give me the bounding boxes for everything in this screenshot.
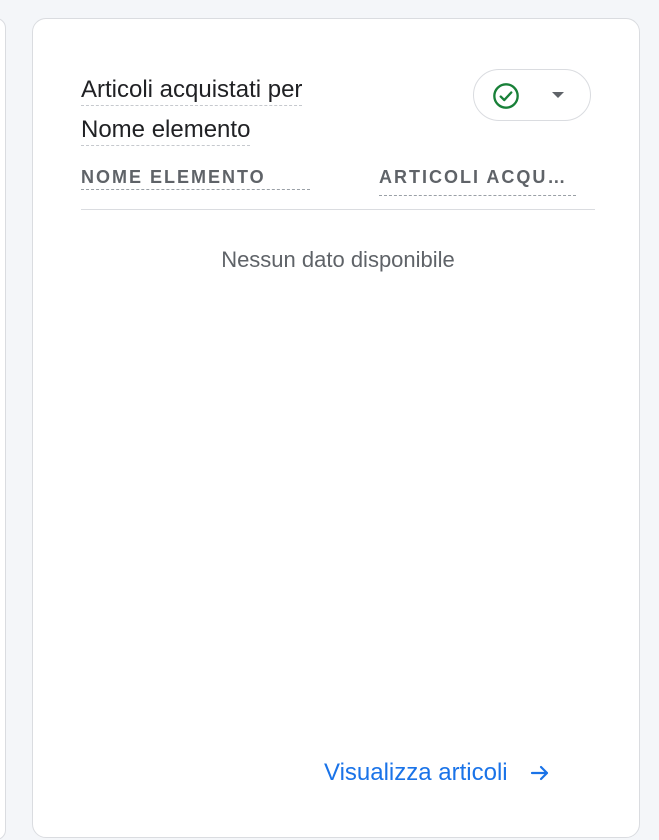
- column-header-label: NOME ELEMENTO: [81, 167, 266, 187]
- empty-state-message: Nessun dato disponibile: [221, 247, 455, 272]
- adjacent-card: [0, 18, 6, 840]
- arrow-right-icon: [530, 765, 548, 781]
- card-title-line-2[interactable]: Nome elemento: [81, 115, 251, 146]
- status-dropdown-button[interactable]: [473, 69, 591, 121]
- table-header-divider: [81, 209, 595, 210]
- column-header-label: ARTICOLI ACQU…: [379, 167, 568, 187]
- report-card: Articoli acquistati per Nome elemento NO…: [32, 18, 640, 838]
- column-header-nome-elemento[interactable]: NOME ELEMENTO: [81, 165, 310, 190]
- column-header-articoli-acquistati[interactable]: ARTICOLI ACQU…: [379, 165, 576, 196]
- view-items-link-label: Visualizza articoli: [324, 759, 508, 786]
- view-items-link[interactable]: Visualizza articoli: [324, 755, 552, 791]
- chevron-down-icon: [552, 92, 564, 98]
- card-title-line-1[interactable]: Articoli acquistati per: [81, 75, 303, 106]
- check-circle-icon: [493, 83, 519, 109]
